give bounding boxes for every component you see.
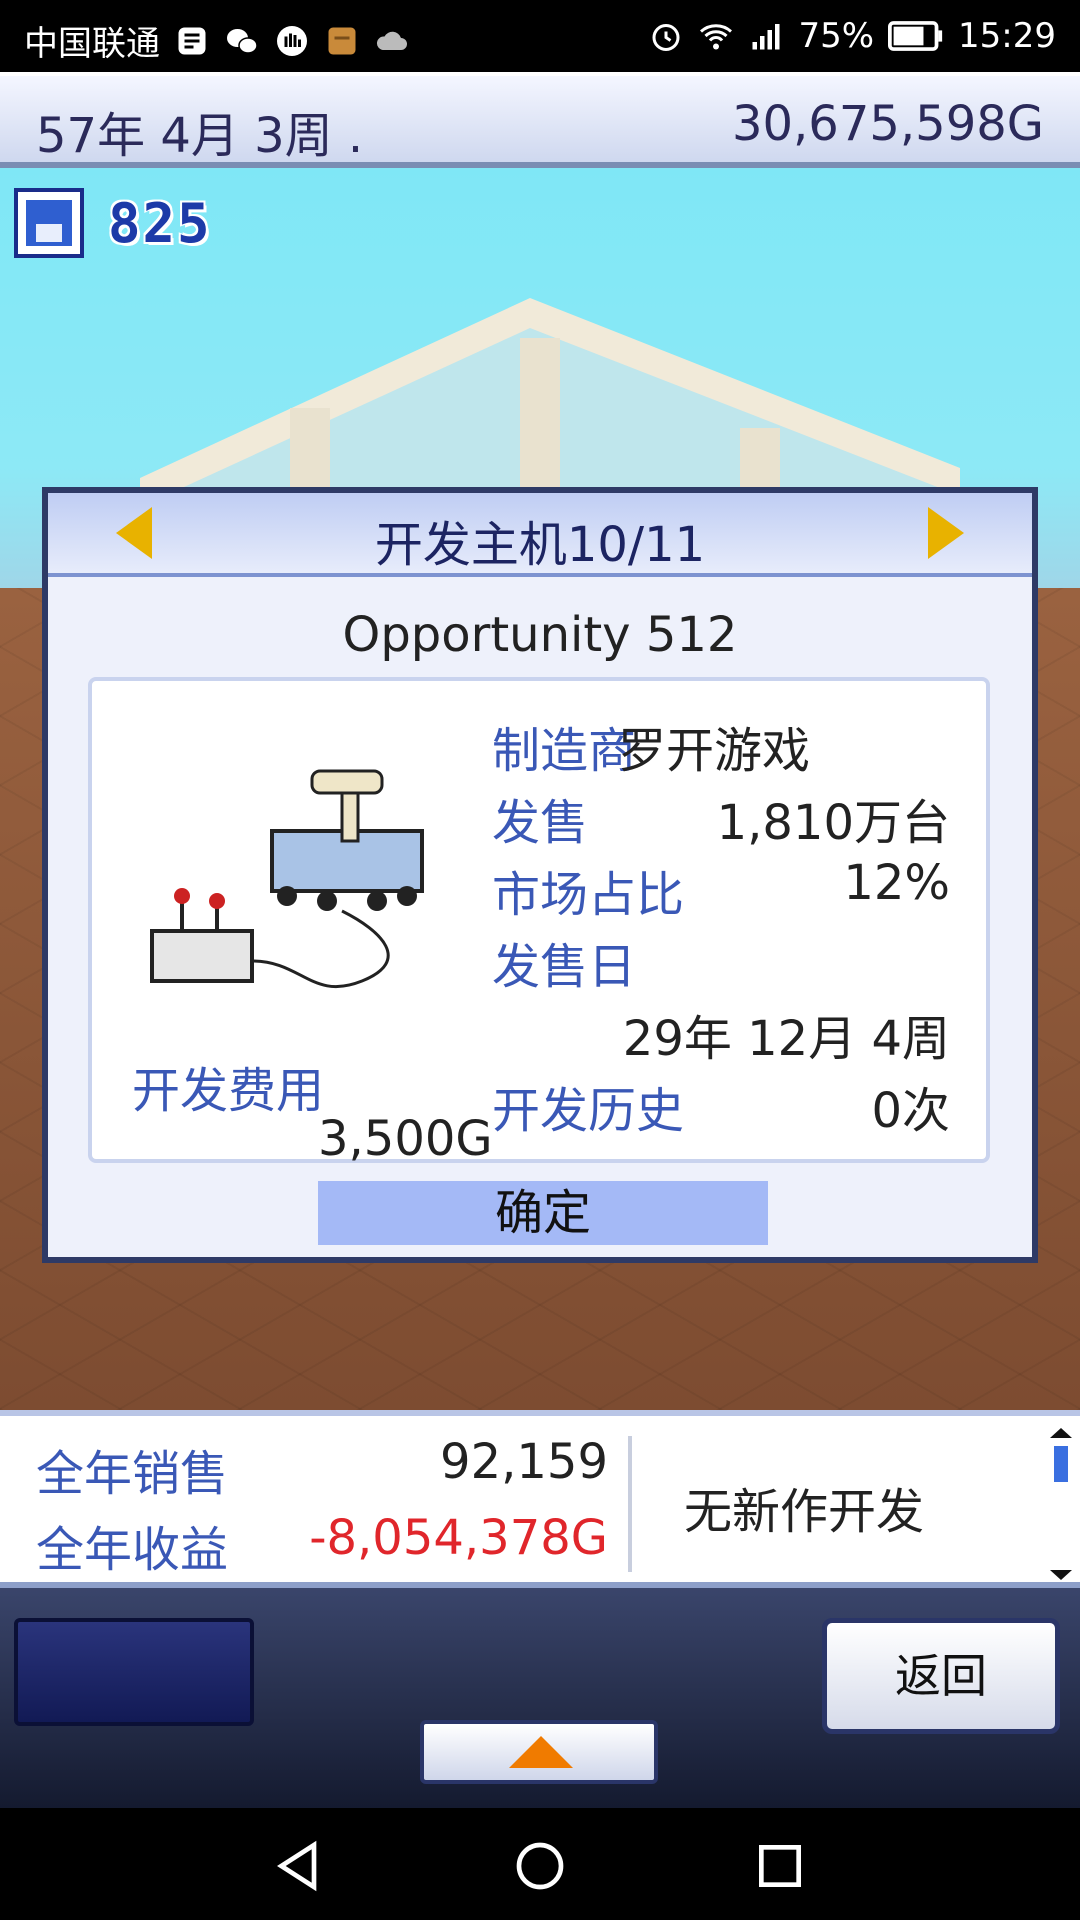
console-info-panel: 开发费用 3,500G 制造商 罗开游戏 发售 1,810万台 市场占比 12%… — [88, 677, 990, 1167]
next-arrow-icon[interactable] — [928, 507, 964, 559]
dev-cost-value: 3,500G — [318, 1111, 493, 1167]
battery-icon — [888, 18, 944, 54]
hand-icon — [274, 23, 310, 59]
console-name: Opportunity 512 — [342, 607, 738, 663]
stats-divider — [628, 1436, 632, 1572]
cloud-icon — [374, 23, 410, 59]
game-header-bar: 57年 4月 3周 . 30,675,598G — [0, 72, 1080, 168]
console-illustration-icon — [150, 769, 424, 988]
sales-value: 1,810万台 — [716, 795, 950, 851]
wechat-icon — [224, 23, 260, 59]
confirm-button[interactable]: 确定 — [318, 1181, 768, 1245]
bottom-controls: 返回 — [0, 1588, 1080, 1808]
development-status: 无新作开发 — [684, 1484, 925, 1540]
app-notification-icon — [174, 23, 210, 59]
android-nav-bar — [0, 1808, 1080, 1920]
wifi-icon — [698, 18, 734, 54]
dialog-header: 开发主机10/11 — [48, 493, 1032, 577]
menu-button[interactable] — [14, 1618, 254, 1726]
market-share-value: 12% — [843, 855, 950, 911]
dev-history-value: 0次 — [871, 1083, 950, 1139]
back-button[interactable]: 返回 — [822, 1618, 1060, 1734]
expand-up-button[interactable] — [420, 1720, 658, 1784]
nav-home-icon[interactable] — [512, 1838, 568, 1894]
annual-profit-value: -8,054,378G — [309, 1510, 608, 1566]
market-share-label: 市场占比 — [492, 867, 685, 923]
app-box-icon — [324, 23, 360, 59]
annual-sales-label: 全年销售 — [36, 1446, 229, 1502]
stats-scrollbar[interactable] — [1050, 1428, 1072, 1580]
battery-percent: 75% — [798, 16, 875, 56]
console-dev-dialog: 开发主机10/11 Opportunity 512 开发费用 3,500G 制造… — [42, 487, 1038, 1263]
nav-recents-icon[interactable] — [752, 1838, 808, 1894]
release-date-value: 29年 12月 4周 — [622, 1011, 950, 1067]
maker-value: 罗开游戏 — [618, 723, 811, 779]
annual-profit-label: 全年收益 — [36, 1522, 229, 1578]
status-bar: 中国联通 75% 15:29 — [0, 0, 1080, 72]
sales-label: 发售 — [492, 795, 589, 851]
dev-cost-label: 开发费用 — [132, 1063, 325, 1119]
game-date: 57年 4月 3周 . — [36, 108, 364, 164]
maker-label: 制造商 — [492, 723, 637, 779]
dialog-title: 开发主机10/11 — [374, 517, 706, 573]
annual-stats-bar: 全年销售 92,159 全年收益 -8,054,378G 无新作开发 — [0, 1410, 1080, 1588]
alarm-icon — [648, 18, 684, 54]
signal-icon — [748, 18, 784, 54]
clock-time: 15:29 — [958, 16, 1056, 56]
dev-history-label: 开发历史 — [492, 1083, 685, 1139]
annual-sales-value: 92,159 — [440, 1434, 608, 1490]
floppy-disk-icon[interactable] — [14, 188, 84, 258]
research-points: 825 — [108, 192, 212, 255]
funds-amount: 30,675,598G — [731, 96, 1044, 152]
release-date-label: 发售日 — [492, 939, 637, 995]
carrier-label: 中国联通 — [24, 24, 160, 64]
up-arrow-icon — [509, 1736, 573, 1768]
nav-back-icon[interactable] — [272, 1838, 328, 1894]
